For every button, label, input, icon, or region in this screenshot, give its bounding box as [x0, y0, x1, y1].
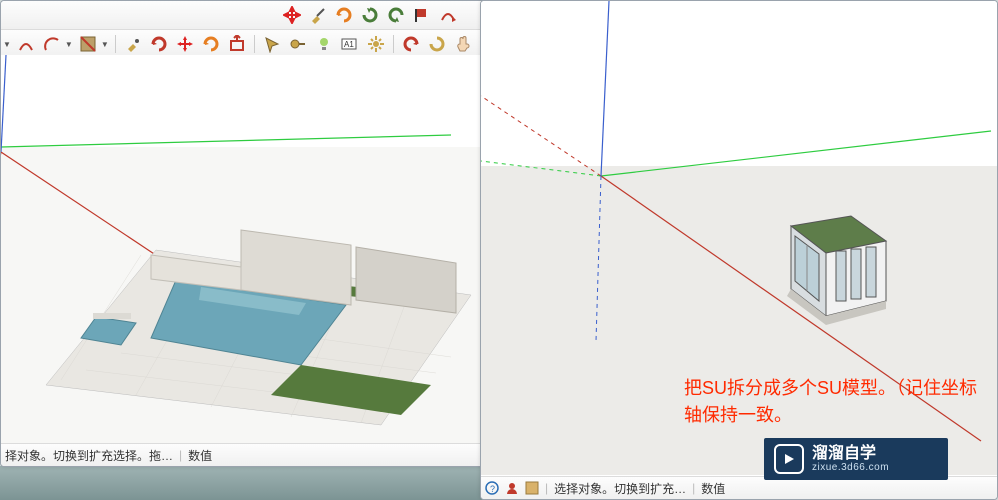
rotate-orange-icon[interactable]: [333, 4, 355, 26]
toolbar-separator: [115, 35, 116, 53]
select-gold-icon[interactable]: [261, 33, 283, 55]
arc2-red-icon[interactable]: [41, 33, 63, 55]
status-value-label: 数值: [188, 447, 212, 464]
status-divider: |: [179, 448, 182, 462]
swirl-green-icon[interactable]: [359, 4, 381, 26]
left-toolbar-row-1: [1, 1, 499, 30]
swirl-green2-icon[interactable]: [385, 4, 407, 26]
user-icon[interactable]: [505, 481, 519, 495]
swirl-red-icon[interactable]: [148, 33, 170, 55]
light-green-icon[interactable]: [313, 33, 335, 55]
swirl-gold-icon[interactable]: [426, 33, 448, 55]
status-divider: |: [692, 481, 695, 495]
dropdown-arrow-icon[interactable]: ▼: [65, 40, 73, 49]
tape-gold-icon[interactable]: [287, 33, 309, 55]
badge-url: zixue.3d66.com: [812, 462, 889, 473]
geo-icon[interactable]: [525, 481, 539, 495]
toolbar-separator: [254, 35, 255, 53]
brush-gold-icon[interactable]: [307, 4, 329, 26]
watermark-badge: 溜溜自学 zixue.3d66.com: [764, 438, 948, 480]
svg-text:A1: A1: [344, 40, 354, 49]
hand-icon[interactable]: [452, 33, 474, 55]
rotate-orange-icon[interactable]: [200, 33, 222, 55]
status-text: 选择对象。切换到扩充…: [554, 480, 686, 497]
bounce-red-icon[interactable]: [437, 4, 459, 26]
left-window: ▼ ▼ ▼: [0, 0, 500, 467]
status-text: 择对象。切换到扩充选择。拖…: [5, 447, 173, 464]
annotation-text: 把SU拆分成多个SU模型。（记住坐标 轴保持一致。: [684, 375, 977, 429]
annotation-line-1: 把SU拆分成多个SU模型。（记住坐标: [684, 375, 977, 402]
arc-red-icon[interactable]: [15, 33, 37, 55]
left-statusbar: 择对象。切换到扩充选择。拖… | 数值: [1, 443, 499, 466]
svg-text:?: ?: [490, 484, 495, 494]
help-icon[interactable]: ?: [485, 481, 499, 495]
right-window: ◧ ▤ ▦ ◫ ⓘ: [480, 0, 998, 500]
status-divider: |: [545, 481, 548, 495]
extract-red-icon[interactable]: [226, 33, 248, 55]
status-value-label: 数值: [701, 480, 725, 497]
left-3d-viewport[interactable]: [1, 55, 499, 444]
toolbar-separator: [393, 35, 394, 53]
label-a1-icon[interactable]: A1: [339, 33, 361, 55]
dropdown-arrow-icon[interactable]: ▼: [3, 40, 11, 49]
rect-fill-icon[interactable]: [77, 33, 99, 55]
play-icon: [774, 444, 804, 474]
badge-title: 溜溜自学: [812, 445, 889, 463]
annotation-line-2: 轴保持一致。: [684, 402, 977, 429]
move-red-icon[interactable]: [174, 33, 196, 55]
move-icon[interactable]: [281, 4, 303, 26]
explode-gold-icon[interactable]: [365, 33, 387, 55]
redo-red-icon[interactable]: [400, 33, 422, 55]
background-gradient: [0, 466, 500, 500]
flag-red-icon[interactable]: [411, 4, 433, 26]
paint-gold-icon[interactable]: [122, 33, 144, 55]
dropdown-arrow-icon[interactable]: ▼: [101, 40, 109, 49]
